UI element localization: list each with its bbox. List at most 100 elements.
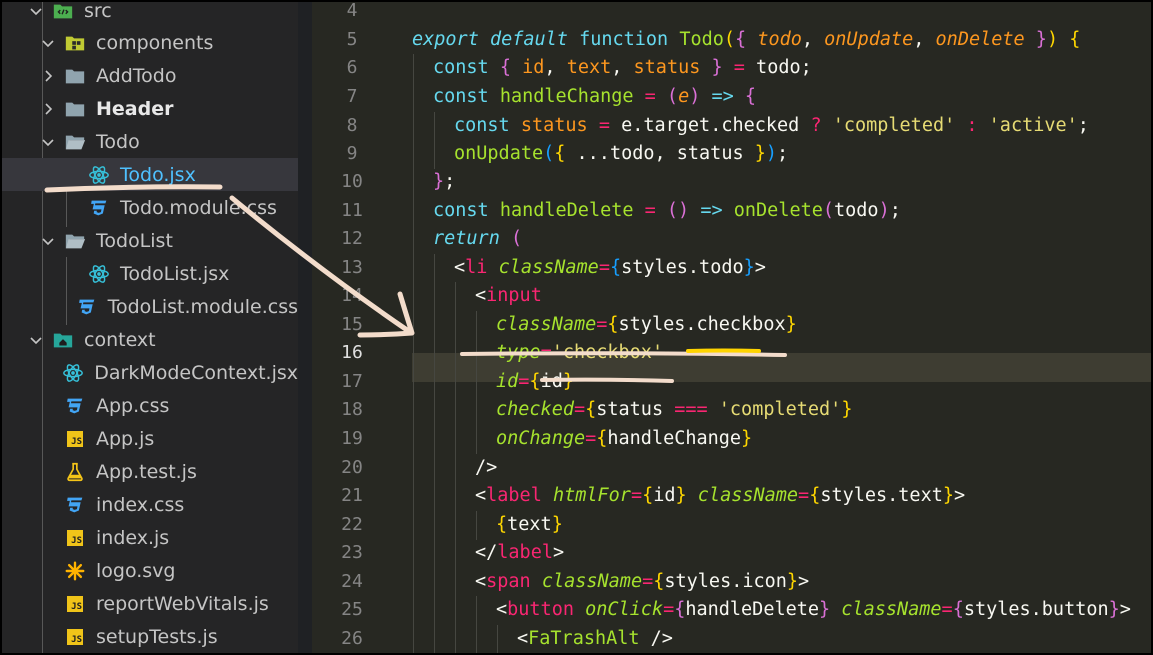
explorer-item-app-css[interactable]: App.css (2, 389, 298, 422)
code-token: } (785, 314, 797, 335)
explorer-item-todolist-module-css[interactable]: TodoList.module.css (2, 290, 298, 323)
code-token: } (711, 57, 723, 78)
context-folder-icon (52, 329, 74, 351)
code-line[interactable]: <li className={styles.todo}> (454, 254, 766, 282)
indent-guide (455, 568, 456, 597)
indent-guide (434, 254, 435, 283)
code-line[interactable]: /> (475, 454, 497, 482)
code-token: { (529, 371, 541, 392)
code-line[interactable]: }; (433, 168, 455, 196)
code-token: className (498, 257, 599, 278)
explorer-item-components[interactable]: components (2, 26, 298, 59)
explorer-item-addtodo[interactable]: AddTodo (2, 59, 298, 92)
explorer-item-label: App.test.js (96, 460, 197, 483)
indent-guide (434, 368, 435, 397)
chevron-down-icon[interactable] (38, 231, 58, 251)
code-token: input (486, 285, 542, 306)
sidebar-divider[interactable] (298, 2, 312, 653)
line-number: 5 (346, 29, 358, 50)
code-token: = (941, 599, 953, 620)
code-line[interactable]: className={styles.checkbox} (496, 311, 797, 339)
code-line[interactable]: <FaTrashAlt /> (517, 625, 673, 653)
indent-guide (455, 625, 456, 653)
code-token: } (1035, 29, 1047, 50)
code-line[interactable]: return ( (433, 225, 522, 253)
code-line[interactable]: type='checkbox' (496, 339, 663, 367)
explorer-item-todo-jsx[interactable]: Todo.jsx (2, 158, 298, 191)
code-token: } (819, 599, 831, 620)
indent-guide (476, 596, 477, 625)
explorer-item-index-js[interactable]: JS index.js (2, 521, 298, 554)
indent-guide (476, 311, 477, 340)
chevron-down-icon[interactable] (38, 33, 58, 53)
code-line[interactable]: const { id, text, status } = todo; (433, 54, 812, 82)
explorer-item-todo[interactable]: Todo (2, 125, 298, 158)
react-icon (88, 263, 110, 285)
code-line[interactable]: checked={status === 'completed'} (496, 396, 852, 424)
code-line[interactable]: <input (475, 282, 542, 310)
code-editor[interactable]: 4 5 export default function Todo({ todo, o… (312, 2, 1151, 653)
chevron-down-icon[interactable] (26, 330, 46, 350)
code-line[interactable]: </label> (475, 539, 564, 567)
explorer-item-app-js[interactable]: JS App.js (2, 422, 298, 455)
file-explorer[interactable]: src components AddTodo Header Todo Todo.jsx To… (2, 2, 298, 653)
explorer-item-reportwebvitals-js[interactable]: JS reportWebVitals.js (2, 587, 298, 620)
explorer-item-darkmodecontext-jsx[interactable]: DarkModeContext.jsx (2, 356, 298, 389)
code-token: () (666, 200, 690, 221)
explorer-item-todolist[interactable]: TodoList (2, 224, 298, 257)
explorer-item-todo-module-css[interactable]: Todo.module.css (2, 191, 298, 224)
code-token: = (585, 428, 597, 449)
indent-guide (413, 368, 414, 397)
code-token: { (809, 485, 821, 506)
code-line[interactable]: <label htmlFor={id} className={styles.te… (475, 482, 965, 510)
code-token: /> (475, 457, 498, 478)
code-line[interactable]: {text} (496, 511, 563, 539)
chevron-right-icon[interactable] (38, 99, 58, 119)
indent-guide (413, 425, 414, 454)
chevron-down-icon[interactable] (38, 132, 58, 152)
code-token: onClick (585, 599, 664, 620)
explorer-item-todolist-jsx[interactable]: TodoList.jsx (2, 257, 298, 290)
code-line[interactable]: export default function Todo({ todo, onU… (412, 26, 1080, 54)
explorer-item-context[interactable]: context (2, 323, 298, 356)
explorer-item-src[interactable]: src (2, 2, 298, 27)
code-token: => (700, 200, 723, 221)
explorer-item-app-test-js[interactable]: App.test.js (2, 455, 298, 488)
code-line[interactable]: onChange={handleChange} (496, 425, 752, 453)
code-token: span (486, 571, 531, 592)
code-line[interactable]: const handleChange = (e) => { (433, 83, 756, 111)
indent-guide (455, 368, 456, 397)
code-token: onUpdate (824, 29, 914, 50)
chevron-down-icon[interactable] (26, 2, 46, 21)
code-token: { (499, 57, 511, 78)
explorer-item-label: Todo.jsx (120, 163, 196, 186)
code-line[interactable]: const status = e.target.checked ? 'compl… (454, 112, 1089, 140)
indent-guide (455, 482, 456, 511)
code-line[interactable]: <span className={styles.icon}> (475, 568, 809, 596)
code-token: } (786, 571, 799, 592)
line-number: 18 (341, 399, 363, 420)
indent-guide (455, 425, 456, 454)
chevron-right-icon[interactable] (38, 66, 58, 86)
line-number: 4 (346, 2, 358, 21)
code-line[interactable]: id={id} (496, 368, 574, 396)
code-line[interactable]: <button onClick={handleDelete} className… (496, 596, 1131, 624)
js-icon: JS (64, 527, 86, 549)
code-line[interactable]: const handleDelete = () => onDelete(todo… (433, 197, 901, 225)
css-icon (64, 395, 86, 417)
code-token: = (630, 485, 643, 506)
code-line[interactable]: onUpdate({ ...todo, status }); (454, 140, 788, 168)
explorer-item-label: TodoList.module.css (107, 295, 298, 318)
code-token: } (743, 257, 755, 278)
explorer-item-index-css[interactable]: index.css (2, 488, 298, 521)
explorer-item-header[interactable]: Header (2, 92, 298, 125)
explorer-item-setuptests-js[interactable]: JS setupTests.js (2, 620, 298, 653)
explorer-item-logo-svg[interactable]: logo.svg (2, 554, 298, 587)
